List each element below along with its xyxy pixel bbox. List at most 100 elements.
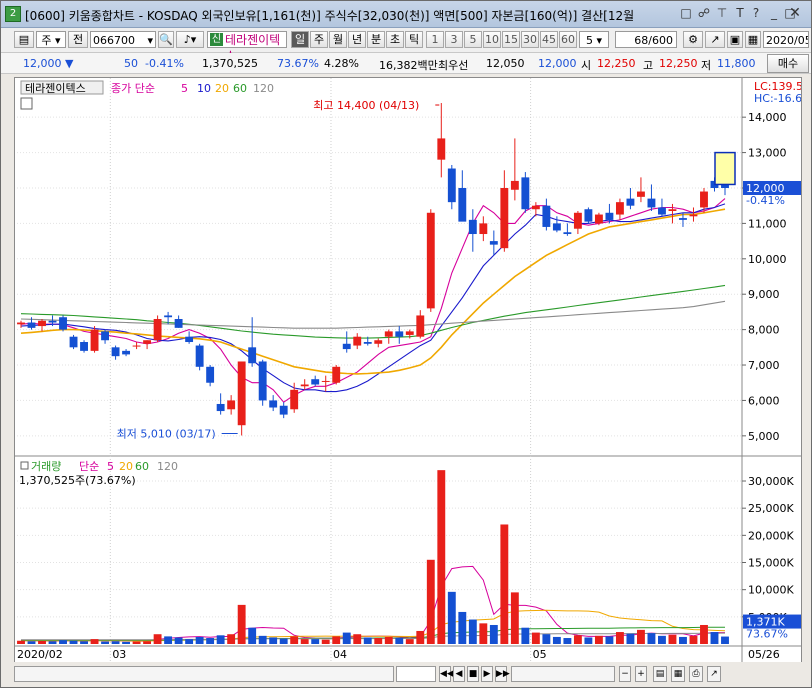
period-button-1[interactable]: 주 — [310, 31, 328, 48]
volume: 1,370,525 — [202, 57, 258, 70]
volume-bar-23 — [258, 635, 267, 644]
period-button-3[interactable]: 년 — [348, 31, 366, 48]
volume-bar-61 — [658, 635, 666, 644]
stock-name: 신테라젠이텍스 — [207, 31, 287, 63]
current-volume-pct: 73.67% — [746, 628, 788, 641]
high-label: 고 — [643, 59, 654, 72]
period-button-6[interactable]: 틱 — [405, 31, 423, 48]
buy-button[interactable]: 매수 — [767, 54, 809, 73]
volume-legend-name: 거래량 — [31, 460, 61, 473]
ma-legend-60: 60 — [233, 82, 247, 95]
search-icon[interactable]: 🔍 — [158, 31, 174, 48]
candle-body-4 — [59, 317, 67, 330]
sound-icon[interactable]: ♪▾ — [176, 31, 204, 48]
interval-button-3[interactable]: 3 — [445, 31, 463, 48]
volume-ratio: 73.67% — [277, 57, 319, 70]
zoom-slider[interactable] — [511, 666, 615, 682]
draw-tool-icon[interactable]: ↗ — [705, 31, 725, 48]
volume-legend-5: 5 — [107, 460, 114, 473]
ma-legend-5: 5 — [181, 82, 188, 95]
price-tick-label-3: 11,000 — [748, 217, 787, 230]
title-bar: 2 [0600] 키움종합차트 - KOSDAQ 외국인보유[1,161(천)]… — [1, 1, 811, 28]
price-ma-line-10 — [20, 203, 726, 393]
data-count-field[interactable]: 68/600 — [615, 31, 677, 48]
volume-bar-25 — [279, 638, 288, 644]
interval-button-5[interactable]: 5 — [464, 31, 482, 48]
price-tick-label-0: 14,000 — [748, 111, 787, 124]
save-icon[interactable]: ▣ — [727, 31, 743, 48]
stock-list-icon[interactable]: ▤ — [14, 31, 34, 48]
chart-area[interactable]: 14,00013,00012,00011,00010,0009,0008,000… — [14, 77, 810, 663]
candle-body-39 — [426, 212, 435, 309]
help-icon[interactable]: ? — [749, 6, 763, 20]
interval-button-1[interactable]: 1 — [426, 31, 444, 48]
volume-bar-43 — [468, 619, 477, 644]
window-title: [0600] 키움종합차트 - KOSDAQ 외국인보유[1,161(천)] 주… — [25, 9, 635, 23]
candle-body-31 — [342, 343, 351, 350]
period-type-select[interactable]: 주 ▾ — [36, 31, 66, 48]
indicator-icon[interactable]: ⚙ — [683, 31, 703, 48]
minimize-icon[interactable]: _ — [767, 6, 781, 20]
export-icon[interactable]: ↗ — [707, 666, 721, 682]
candle-body-0 — [17, 322, 25, 325]
print-icon[interactable]: ⎙ — [689, 666, 703, 682]
volume-bar-64 — [689, 635, 698, 644]
app-icon[interactable]: 2 — [5, 6, 21, 22]
candle-body-59 — [637, 191, 645, 197]
candle-body-37 — [405, 331, 414, 335]
interval-button-10[interactable]: 10 — [483, 31, 501, 48]
interval-select[interactable]: 5 ▾ — [579, 31, 609, 48]
date-input[interactable]: 2020/05 — [763, 31, 809, 48]
pin-icon[interactable]: ⊤ — [715, 6, 729, 20]
period-button-4[interactable]: 분 — [367, 31, 385, 48]
period-button-2[interactable]: 월 — [329, 31, 347, 48]
volume-bar-50 — [542, 634, 551, 644]
next-icon[interactable]: ▶ — [481, 666, 493, 682]
new-listing-badge: 신 — [210, 33, 223, 46]
horizontal-scrollbar[interactable] — [14, 666, 394, 682]
price-ma-line-20 — [20, 208, 726, 375]
volume-bar-60 — [647, 633, 656, 644]
chart-settings-icon[interactable]: ▤ — [653, 666, 667, 682]
low-annotation: 최저 5,010 (03/17) — [117, 427, 216, 440]
stock-code-input[interactable]: 066700 ▾ — [90, 31, 156, 48]
volume-bar-55 — [594, 635, 603, 644]
stock-chart[interactable]: 14,00013,00012,00011,00010,0009,0008,000… — [15, 78, 810, 662]
volume-bar-54 — [584, 637, 593, 644]
candle-body-61 — [658, 207, 666, 215]
prev-icon[interactable]: ◀ — [453, 666, 465, 682]
candle-body-1 — [27, 322, 36, 328]
volume-bar-12 — [143, 641, 152, 644]
interval-button-30[interactable]: 30 — [521, 31, 539, 48]
last-page-icon[interactable]: ▶▶ — [495, 666, 510, 682]
table-icon[interactable]: ▦ — [671, 666, 685, 682]
copy-icon[interactable]: □ — [679, 6, 693, 20]
stop-icon[interactable]: ■ — [467, 666, 479, 682]
calendar-icon[interactable]: ▦ — [745, 31, 761, 48]
price-tick-label-9: 5,000 — [748, 430, 780, 443]
zoom-out-icon[interactable]: − — [619, 666, 631, 682]
prev-button[interactable]: 전 — [68, 31, 88, 48]
volume-bar-35 — [384, 636, 393, 644]
high-annotation: 최고 14,400 (04/13) — [313, 99, 419, 112]
interval-button-45[interactable]: 45 — [540, 31, 558, 48]
volume-bar-4 — [59, 640, 67, 644]
price-tick-label-7: 7,000 — [748, 359, 780, 372]
period-button-5[interactable]: 초 — [386, 31, 404, 48]
best-bid: 12,000 — [538, 57, 577, 70]
candle-body-19 — [216, 403, 225, 412]
link-icon[interactable]: ☍ — [697, 6, 711, 20]
zoom-in-icon[interactable]: + — [635, 666, 647, 682]
period-button-0[interactable]: 일 — [291, 31, 309, 48]
scroll-thumb[interactable] — [396, 666, 436, 682]
close-icon[interactable]: ✕ — [785, 5, 805, 21]
interval-button-15[interactable]: 15 — [502, 31, 520, 48]
stock-name-legend: 테라젠이텍스 — [25, 82, 86, 95]
volume-bar-57 — [615, 632, 624, 644]
candle-body-14 — [164, 315, 173, 318]
candle-body-64 — [689, 214, 698, 217]
first-page-icon[interactable]: ◀◀ — [439, 666, 454, 682]
interval-button-60[interactable]: 60 — [559, 31, 577, 48]
font-icon[interactable]: T — [733, 6, 747, 20]
volume-bar-14 — [164, 636, 173, 644]
